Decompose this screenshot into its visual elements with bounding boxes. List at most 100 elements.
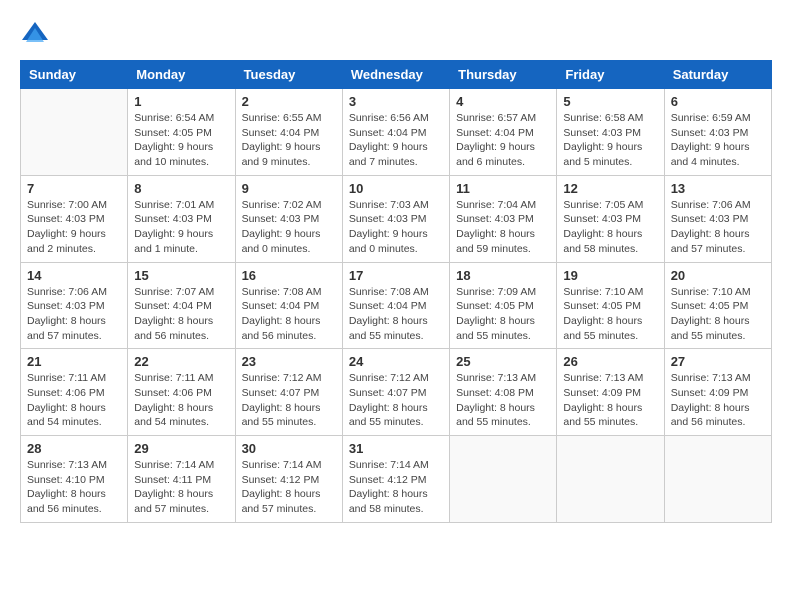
- page-header: [20, 20, 772, 50]
- day-number: 2: [242, 94, 336, 109]
- calendar-cell: 31Sunrise: 7:14 AM Sunset: 4:12 PM Dayli…: [342, 436, 449, 523]
- calendar-cell: 8 Sunrise: 7:01 AM Sunset: 4:03 PM Daylig…: [128, 175, 235, 262]
- day-number: 3: [349, 94, 443, 109]
- calendar-header-row: SundayMondayTuesdayWednesdayThursdayFrid…: [21, 61, 772, 89]
- day-info: Sunrise: 7:11 AM Sunset: 4:06 PM Dayligh…: [27, 371, 121, 430]
- day-info: Sunrise: 6:56 AM Sunset: 4:04 PM Dayligh…: [349, 111, 443, 170]
- day-info: Sunrise: 6:54 AM Sunset: 4:05 PM Dayligh…: [134, 111, 228, 170]
- day-of-week-header: Friday: [557, 61, 664, 89]
- day-info: Sunrise: 6:55 AM Sunset: 4:04 PM Dayligh…: [242, 111, 336, 170]
- calendar-cell: 20 Sunrise: 7:10 AM Sunset: 4:05 PM Dayli…: [664, 262, 771, 349]
- day-number: 18: [456, 268, 550, 283]
- day-info: Sunrise: 7:00 AM Sunset: 4:03 PM Dayligh…: [27, 198, 121, 257]
- day-number: 14: [27, 268, 121, 283]
- calendar-cell: 3 Sunrise: 6:56 AM Sunset: 4:04 PM Daylig…: [342, 89, 449, 176]
- day-info: Sunrise: 7:02 AM Sunset: 4:03 PM Dayligh…: [242, 198, 336, 257]
- calendar-cell: 15 Sunrise: 7:07 AM Sunset: 4:04 PM Dayli…: [128, 262, 235, 349]
- day-number: 5: [563, 94, 657, 109]
- day-info: Sunrise: 7:13 AM Sunset: 4:08 PM Dayligh…: [456, 371, 550, 430]
- calendar-cell: 16 Sunrise: 7:08 AM Sunset: 4:04 PM Dayli…: [235, 262, 342, 349]
- day-info: Sunrise: 7:14 AM Sunset: 4:12 PM Dayligh…: [242, 458, 336, 517]
- calendar-cell: 17 Sunrise: 7:08 AM Sunset: 4:04 PM Dayli…: [342, 262, 449, 349]
- calendar-week-row: 28 Sunrise: 7:13 AM Sunset: 4:10 PM Dayli…: [21, 436, 772, 523]
- day-number: 26: [563, 354, 657, 369]
- logo-icon: [20, 20, 50, 50]
- day-number: 16: [242, 268, 336, 283]
- day-info: Sunrise: 7:10 AM Sunset: 4:05 PM Dayligh…: [671, 285, 765, 344]
- day-info: Sunrise: 7:12 AM Sunset: 4:07 PM Dayligh…: [242, 371, 336, 430]
- calendar-cell: 13 Sunrise: 7:06 AM Sunset: 4:03 PM Dayli…: [664, 175, 771, 262]
- calendar-cell: 21 Sunrise: 7:11 AM Sunset: 4:06 PM Dayli…: [21, 349, 128, 436]
- day-number: 7: [27, 181, 121, 196]
- calendar-cell: 1 Sunrise: 6:54 AM Sunset: 4:05 PM Daylig…: [128, 89, 235, 176]
- day-info: Sunrise: 7:03 AM Sunset: 4:03 PM Dayligh…: [349, 198, 443, 257]
- day-number: 22: [134, 354, 228, 369]
- logo: [20, 20, 54, 50]
- day-number: 30: [242, 441, 336, 456]
- calendar-week-row: 1 Sunrise: 6:54 AM Sunset: 4:05 PM Daylig…: [21, 89, 772, 176]
- calendar-cell: 2 Sunrise: 6:55 AM Sunset: 4:04 PM Daylig…: [235, 89, 342, 176]
- calendar-cell: 29 Sunrise: 7:14 AM Sunset: 4:11 PM Dayli…: [128, 436, 235, 523]
- day-info: Sunrise: 7:07 AM Sunset: 4:04 PM Dayligh…: [134, 285, 228, 344]
- calendar-cell: [557, 436, 664, 523]
- day-info: Sunrise: 7:08 AM Sunset: 4:04 PM Dayligh…: [349, 285, 443, 344]
- calendar-cell: 10 Sunrise: 7:03 AM Sunset: 4:03 PM Dayli…: [342, 175, 449, 262]
- day-number: 13: [671, 181, 765, 196]
- calendar-cell: 23Sunrise: 7:12 AM Sunset: 4:07 PM Dayli…: [235, 349, 342, 436]
- calendar-cell: 6 Sunrise: 6:59 AM Sunset: 4:03 PM Daylig…: [664, 89, 771, 176]
- calendar-cell: 24 Sunrise: 7:12 AM Sunset: 4:07 PM Dayli…: [342, 349, 449, 436]
- day-number: 21: [27, 354, 121, 369]
- day-info: Sunrise: 7:04 AM Sunset: 4:03 PM Dayligh…: [456, 198, 550, 257]
- day-number: 20: [671, 268, 765, 283]
- day-number: 11: [456, 181, 550, 196]
- calendar-cell: 11 Sunrise: 7:04 AM Sunset: 4:03 PM Dayli…: [450, 175, 557, 262]
- day-number: 27: [671, 354, 765, 369]
- calendar-week-row: 7 Sunrise: 7:00 AM Sunset: 4:03 PM Daylig…: [21, 175, 772, 262]
- day-info: Sunrise: 7:13 AM Sunset: 4:10 PM Dayligh…: [27, 458, 121, 517]
- day-info: Sunrise: 7:05 AM Sunset: 4:03 PM Dayligh…: [563, 198, 657, 257]
- day-number: 4: [456, 94, 550, 109]
- day-number: 29: [134, 441, 228, 456]
- day-of-week-header: Thursday: [450, 61, 557, 89]
- calendar-week-row: 21 Sunrise: 7:11 AM Sunset: 4:06 PM Dayli…: [21, 349, 772, 436]
- calendar-table: SundayMondayTuesdayWednesdayThursdayFrid…: [20, 60, 772, 523]
- calendar-cell: 27 Sunrise: 7:13 AM Sunset: 4:09 PM Dayli…: [664, 349, 771, 436]
- day-info: Sunrise: 7:06 AM Sunset: 4:03 PM Dayligh…: [27, 285, 121, 344]
- day-number: 9: [242, 181, 336, 196]
- day-number: 15: [134, 268, 228, 283]
- calendar-cell: 28 Sunrise: 7:13 AM Sunset: 4:10 PM Dayli…: [21, 436, 128, 523]
- day-number: 31: [349, 441, 443, 456]
- day-info: Sunrise: 7:14 AM Sunset: 4:11 PM Dayligh…: [134, 458, 228, 517]
- day-of-week-header: Sunday: [21, 61, 128, 89]
- calendar-cell: 5Sunrise: 6:58 AM Sunset: 4:03 PM Daylig…: [557, 89, 664, 176]
- day-info: Sunrise: 7:06 AM Sunset: 4:03 PM Dayligh…: [671, 198, 765, 257]
- calendar-cell: 18 Sunrise: 7:09 AM Sunset: 4:05 PM Dayli…: [450, 262, 557, 349]
- day-info: Sunrise: 6:59 AM Sunset: 4:03 PM Dayligh…: [671, 111, 765, 170]
- calendar-cell: 22Sunrise: 7:11 AM Sunset: 4:06 PM Dayli…: [128, 349, 235, 436]
- day-number: 10: [349, 181, 443, 196]
- day-of-week-header: Wednesday: [342, 61, 449, 89]
- day-number: 28: [27, 441, 121, 456]
- day-number: 19: [563, 268, 657, 283]
- day-number: 24: [349, 354, 443, 369]
- calendar-cell: [21, 89, 128, 176]
- day-info: Sunrise: 7:13 AM Sunset: 4:09 PM Dayligh…: [671, 371, 765, 430]
- calendar-cell: [664, 436, 771, 523]
- day-number: 25: [456, 354, 550, 369]
- day-number: 12: [563, 181, 657, 196]
- calendar-cell: 26Sunrise: 7:13 AM Sunset: 4:09 PM Dayli…: [557, 349, 664, 436]
- day-info: Sunrise: 7:01 AM Sunset: 4:03 PM Dayligh…: [134, 198, 228, 257]
- day-number: 8: [134, 181, 228, 196]
- day-info: Sunrise: 7:08 AM Sunset: 4:04 PM Dayligh…: [242, 285, 336, 344]
- day-info: Sunrise: 7:12 AM Sunset: 4:07 PM Dayligh…: [349, 371, 443, 430]
- day-of-week-header: Tuesday: [235, 61, 342, 89]
- calendar-cell: 12 Sunrise: 7:05 AM Sunset: 4:03 PM Dayli…: [557, 175, 664, 262]
- calendar-cell: [450, 436, 557, 523]
- day-number: 1: [134, 94, 228, 109]
- day-of-week-header: Saturday: [664, 61, 771, 89]
- calendar-cell: 7 Sunrise: 7:00 AM Sunset: 4:03 PM Daylig…: [21, 175, 128, 262]
- calendar-cell: 14 Sunrise: 7:06 AM Sunset: 4:03 PM Dayli…: [21, 262, 128, 349]
- day-number: 17: [349, 268, 443, 283]
- day-number: 6: [671, 94, 765, 109]
- day-info: Sunrise: 7:09 AM Sunset: 4:05 PM Dayligh…: [456, 285, 550, 344]
